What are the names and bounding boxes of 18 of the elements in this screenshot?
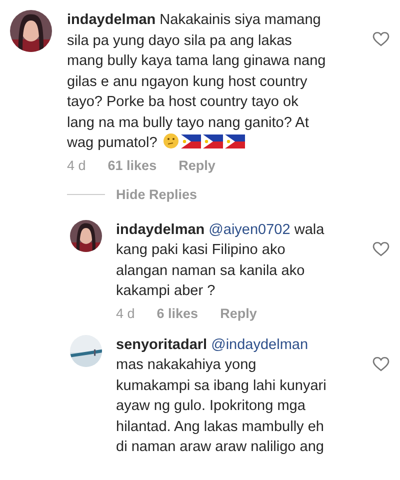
- mention-link[interactable]: @aiyen0702: [208, 222, 290, 238]
- hide-replies-link[interactable]: Hide Replies: [116, 186, 198, 202]
- comment-time: 4 d: [116, 306, 135, 320]
- reply-button[interactable]: Reply: [178, 158, 216, 172]
- flag-icon: [181, 134, 202, 149]
- heart-icon[interactable]: [372, 240, 390, 258]
- likes-count[interactable]: 61 likes: [108, 158, 157, 172]
- reply-button[interactable]: Reply: [220, 306, 257, 320]
- comment-text: indaydelman Nakakainis siya mamang sila pa yung dayo sila pa ang lakas mang bully kaya tama lang ginawa nang gilas e anu ngayon kung host country tayo? Porke ba host country tayo ok lang na ma bully tayo nang ganito? At wag pumatol?: [67, 11, 327, 153]
- heart-icon[interactable]: [372, 30, 390, 48]
- likes-count[interactable]: 6 likes: [156, 306, 198, 320]
- mention-link[interactable]: @indaydelman: [211, 336, 308, 352]
- heart-icon[interactable]: [372, 354, 390, 372]
- comment-text: indaydelman @aiyen0702 wala kang paki kasi Filipino ako alangan naman sa kanila ako kakampi aber ?: [116, 220, 326, 301]
- flag-icon: [203, 134, 224, 149]
- comment-text: senyoritadarl @indaydelman mas nakakahiya yong kumakampi sa ibang lahi kunyari ayaw ng gulo. Ipokritong mga hilantad. Ang lakas mambully eh di naman araw araw naliligo ang: [116, 336, 328, 457]
- comment-time: 4 d: [67, 158, 86, 172]
- flag-icon: [225, 134, 246, 149]
